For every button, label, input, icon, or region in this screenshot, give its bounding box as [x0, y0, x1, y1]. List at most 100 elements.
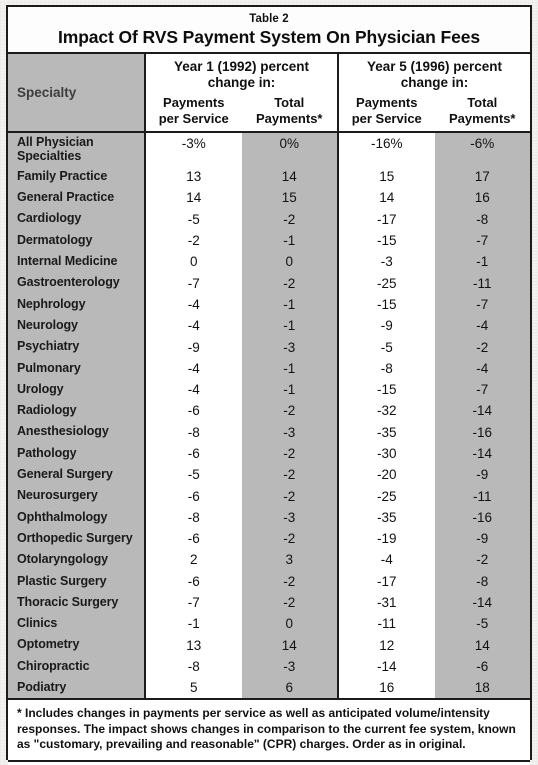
- cell-y1-total-payments: -1: [241, 293, 337, 316]
- cell-specialty: All Physician Specialties: [8, 133, 146, 166]
- row-group-year1: -5 -2: [146, 464, 339, 486]
- cell-y1-total-payments: 0: [241, 613, 337, 635]
- row-group-year1: -6 -2: [146, 442, 339, 465]
- table-row: Neurosurgery -6 -2 -25 -11: [8, 485, 530, 507]
- cell-y1-total-payments: -1: [241, 378, 337, 401]
- cell-y5-total-payments: 18: [434, 677, 530, 699]
- row-group-year1: -4 -1: [146, 378, 339, 401]
- row-group-year5: -31 -14: [339, 591, 530, 614]
- cell-y5-payments-per-service: -32: [339, 400, 435, 422]
- year5-title-line2: change in:: [400, 75, 469, 90]
- cell-y1-payments-per-service: -8: [146, 506, 242, 529]
- cell-y5-payments-per-service: -35: [339, 421, 435, 443]
- cell-y1-total-payments: 14: [241, 634, 337, 656]
- row-group-year5: -25 -11: [339, 272, 530, 294]
- cell-y1-payments-per-service: -4: [146, 315, 242, 337]
- cell-specialty: Radiology: [8, 400, 146, 422]
- cell-y5-total-payments: -7: [434, 378, 530, 401]
- cell-y5-payments-per-service: 14: [339, 187, 435, 209]
- cell-y5-payments-per-service: -16%: [339, 133, 435, 166]
- y5-total-line2: Payments*: [449, 111, 516, 126]
- cell-y1-payments-per-service: -6: [146, 570, 242, 592]
- row-group-year1: -1 0: [146, 613, 339, 635]
- cell-y5-payments-per-service: -20: [339, 464, 435, 486]
- cell-y5-total-payments: -8: [434, 208, 530, 230]
- row-group-year5: 12 14: [339, 634, 530, 656]
- cell-y1-total-payments: -2: [241, 442, 337, 465]
- specialty-header-label: Specialty: [17, 85, 77, 100]
- cell-specialty: Psychiatry: [8, 336, 146, 358]
- cell-y1-payments-per-service: -2: [146, 229, 242, 252]
- row-group-year1: -5 -2: [146, 208, 339, 230]
- cell-y1-payments-per-service: -7: [146, 272, 242, 294]
- cell-y5-payments-per-service: -4: [339, 549, 435, 571]
- cell-y1-payments-per-service: -3%: [146, 133, 242, 166]
- cell-y1-payments-per-service: -6: [146, 528, 242, 550]
- cell-specialty: Otolaryngology: [8, 549, 146, 571]
- cell-y5-payments-per-service: -30: [339, 442, 435, 465]
- row-group-year5: -16% -6%: [339, 133, 530, 166]
- row-group-year1: 13 14: [146, 166, 339, 188]
- cell-y5-payments-per-service: -9: [339, 315, 435, 337]
- row-group-year5: -4 -2: [339, 549, 530, 571]
- cell-y5-payments-per-service: -17: [339, 208, 435, 230]
- column-group-year5: Year 5 (1996) percent change in: Payment…: [339, 54, 530, 131]
- cell-y5-total-payments: -2: [434, 549, 530, 571]
- cell-y5-total-payments: -9: [434, 464, 530, 486]
- row-group-year1: 56: [146, 677, 339, 699]
- cell-y1-total-payments: -1: [241, 315, 337, 337]
- y1-pps-line1: Payments: [163, 95, 225, 110]
- cell-y1-total-payments: -2: [241, 208, 337, 230]
- row-group-year5: -17 -8: [339, 208, 530, 230]
- cell-y5-total-payments: -16: [434, 421, 530, 443]
- cell-y1-payments-per-service: -1: [146, 613, 242, 635]
- year5-subheaders: Payments per Service Total Payments*: [339, 95, 530, 127]
- y5-pps-line1: Payments: [356, 95, 418, 110]
- cell-y5-total-payments: -7: [434, 229, 530, 252]
- cell-y5-total-payments: -11: [434, 272, 530, 294]
- cell-y5-payments-per-service: -8: [339, 357, 435, 379]
- cell-specialty: Urology: [8, 378, 146, 401]
- cell-specialty: Cardiology: [8, 208, 146, 230]
- row-group-year1: -8 -3: [146, 506, 339, 529]
- row-group-year5: 15 17: [339, 166, 530, 188]
- table-row: Chiropractic -8 -3 -14 -6: [8, 655, 530, 678]
- cell-y1-total-payments: -3: [241, 336, 337, 358]
- row-group-year5: -11 -5: [339, 613, 530, 635]
- row-group-year5: -8 -4: [339, 357, 530, 379]
- table-row: General Surgery -5 -2 -20 -9: [8, 464, 530, 486]
- table-row: Family Practice 13 14 15 17: [8, 166, 530, 188]
- row-group-year1: -4 -1: [146, 293, 339, 316]
- cell-y1-payments-per-service: -4: [146, 357, 242, 379]
- row-group-year5: -35 -16: [339, 506, 530, 529]
- column-header-y1-payments-per-service: Payments per Service: [146, 95, 242, 127]
- table-title-block: Table 2 Impact Of RVS Payment System On …: [8, 7, 530, 54]
- table-row: Pathology -6 -2 -30 -14: [8, 442, 530, 465]
- row-group-year5: -32 -14: [339, 400, 530, 422]
- specialty-text-wrap: All Physician Specialties: [17, 135, 94, 163]
- cell-y1-total-payments: -3: [241, 506, 337, 529]
- column-header-y5-payments-per-service: Payments per Service: [339, 95, 435, 127]
- cell-y1-payments-per-service: -6: [146, 442, 242, 465]
- table-row: Plastic Surgery -6 -2 -17 -8: [8, 570, 530, 592]
- cell-specialty: Podiatry: [8, 677, 146, 699]
- cell-y1-payments-per-service: -8: [146, 655, 242, 678]
- cell-specialty: Pathology: [8, 442, 146, 465]
- year5-title-line1: Year 5 (1996) percent: [366, 59, 503, 74]
- y5-pps-line2: per Service: [351, 111, 422, 126]
- y1-pps-line2: per Service: [158, 111, 229, 126]
- row-group-year1: -8 -3: [146, 655, 339, 678]
- cell-y1-payments-per-service: 5: [146, 677, 242, 699]
- cell-y5-payments-per-service: 15: [339, 166, 435, 188]
- cell-y1-total-payments: -1: [241, 229, 337, 252]
- table-row: Gastroenterology -7 -2 -25 -11: [8, 272, 530, 294]
- cell-y5-total-payments: -2: [434, 336, 530, 358]
- row-group-year5: -20 -9: [339, 464, 530, 486]
- cell-y5-payments-per-service: -35: [339, 506, 435, 529]
- cell-y5-payments-per-service: -17: [339, 570, 435, 592]
- row-group-year5: -17 -8: [339, 570, 530, 592]
- cell-y5-total-payments: -1: [434, 251, 530, 273]
- column-group-year1: Year 1 (1992) percent change in: Payment…: [146, 54, 339, 131]
- cell-specialty: Optometry: [8, 634, 146, 656]
- row-group-year1: -6 -2: [146, 400, 339, 422]
